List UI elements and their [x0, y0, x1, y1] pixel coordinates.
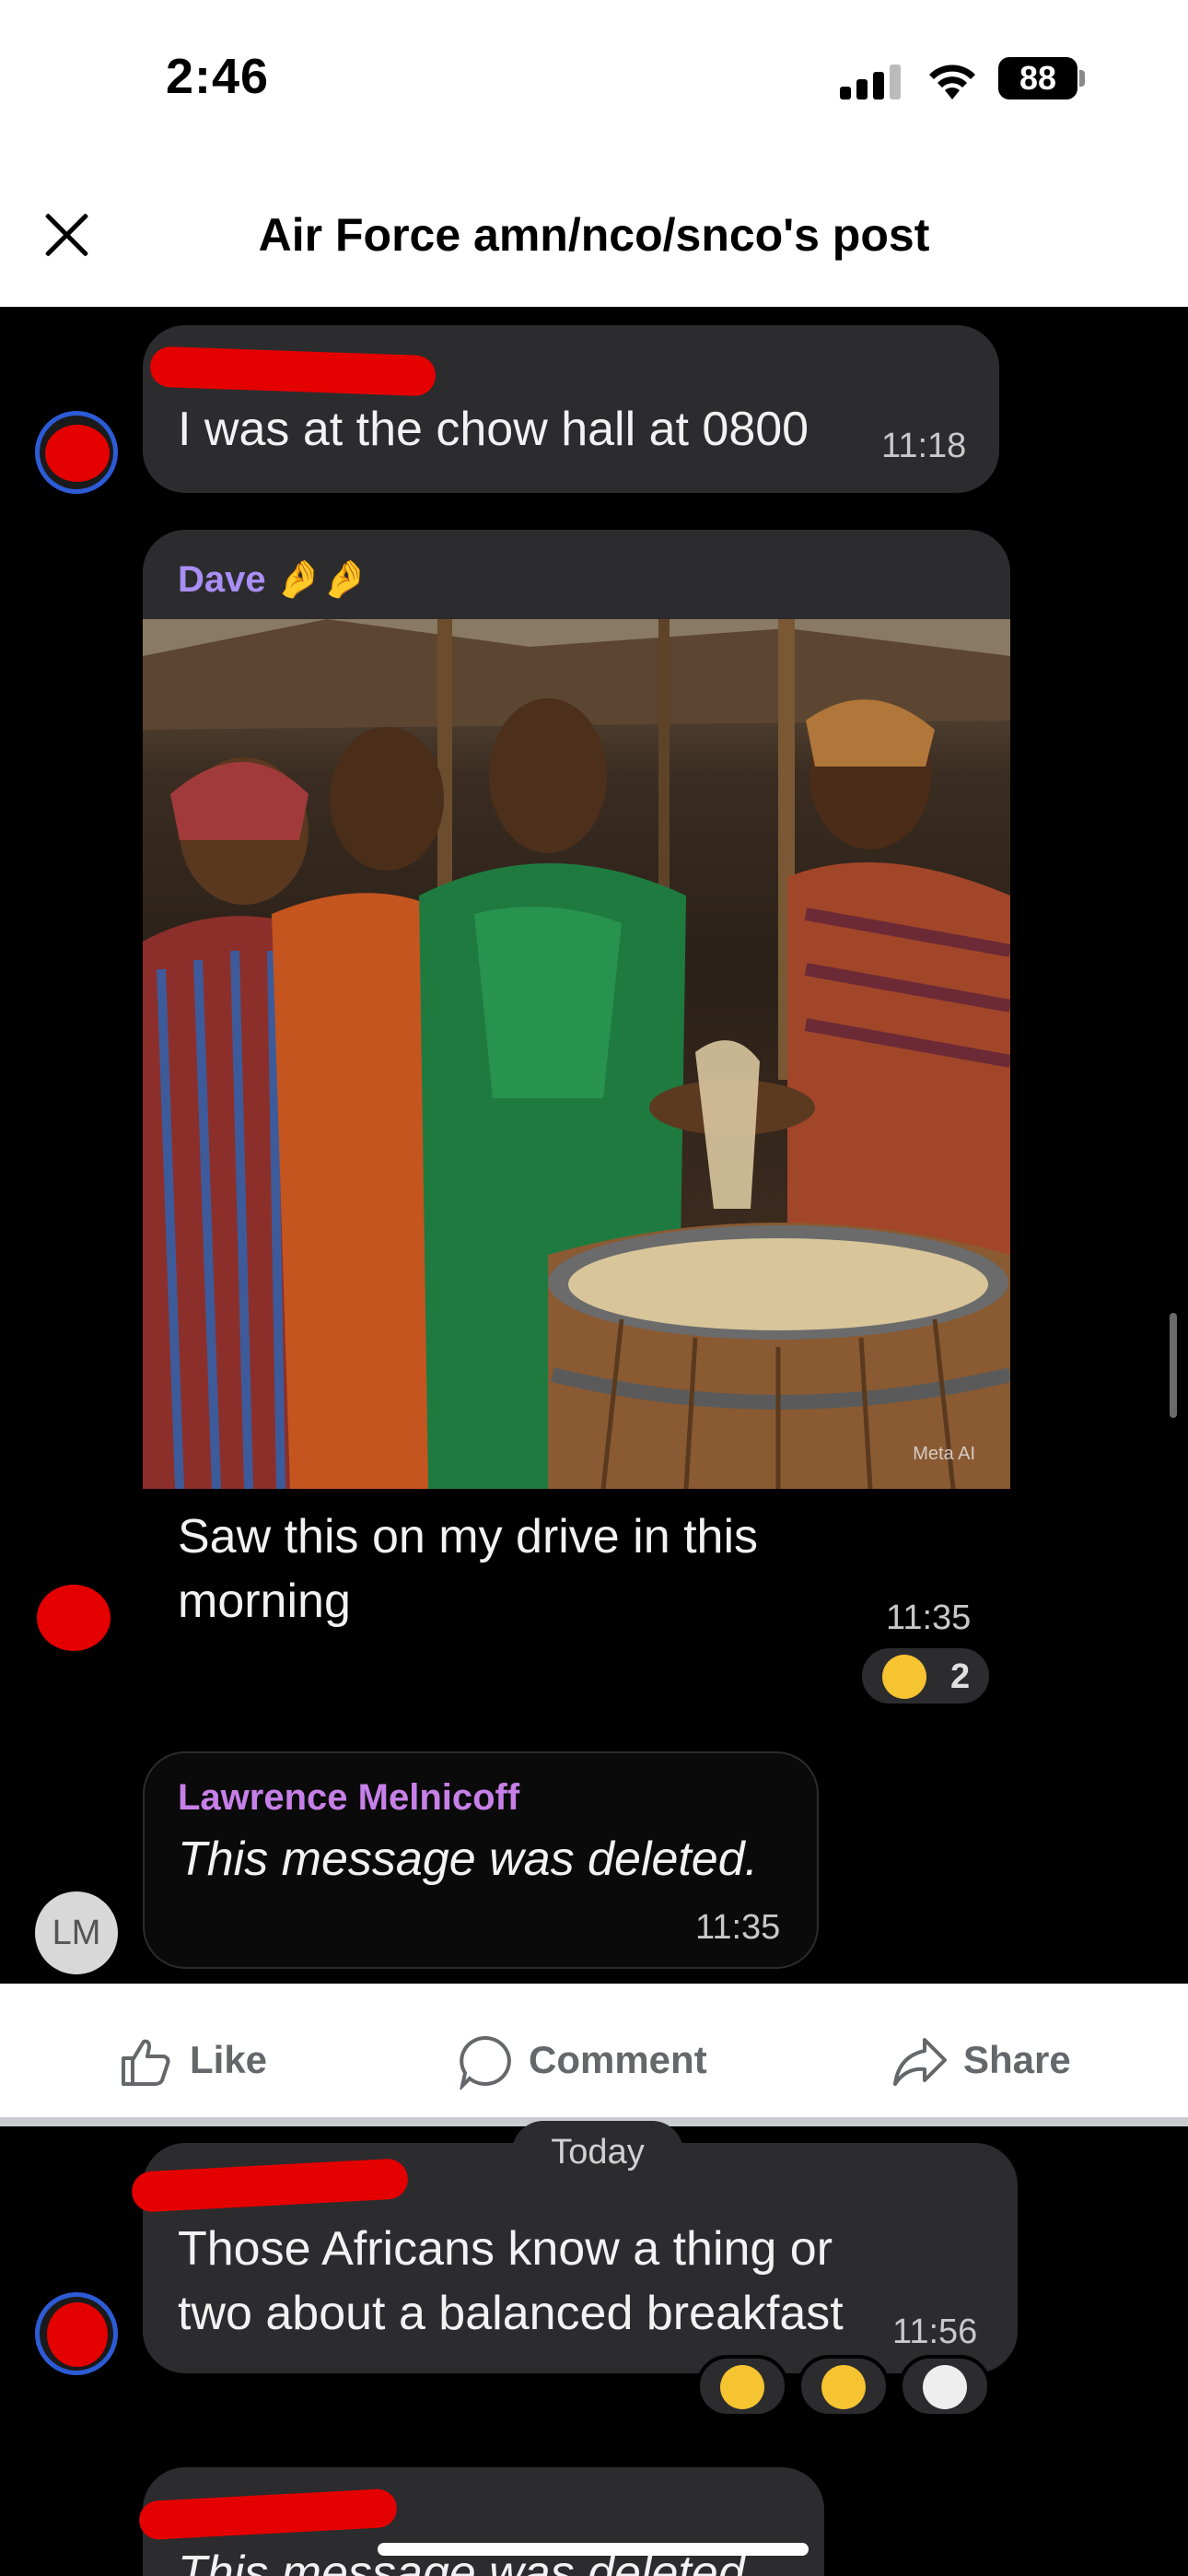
laughing-emoji-icon: [821, 2365, 866, 2409]
page-title: Air Force amn/nco/snco's post: [258, 209, 930, 261]
comment-bubble-icon: [460, 2035, 511, 2090]
meta-ai-watermark: Meta AI: [913, 1444, 975, 1464]
reaction-badge[interactable]: [899, 2355, 991, 2418]
avatar: [35, 2292, 118, 2375]
comment-button[interactable]: Comment: [457, 2034, 751, 2090]
cellular-signal-icon: [840, 64, 904, 100]
status-time: 2:46: [166, 49, 270, 104]
battery-nub: [1079, 70, 1085, 87]
avatar: [31, 1574, 114, 1657]
like-button[interactable]: Like: [118, 2034, 302, 2090]
date-divider: Today: [512, 2121, 683, 2184]
chat-screenshot-lower: Those Africans know a thing or two about…: [0, 2126, 1188, 2576]
post-header: 2:46 88 Air Force amn/nco/snco's post: [0, 0, 1188, 307]
message-text: Those Africans know a thing or two about…: [178, 2222, 844, 2340]
share-arrow-icon: [893, 2038, 947, 2086]
comment-label: Comment: [529, 2038, 707, 2081]
avatar: LM: [35, 1891, 118, 1974]
message-text: I was at the chow hall at 0800: [178, 403, 809, 456]
message-bubble: I was at the chow hall at 0800 11:18: [143, 325, 999, 493]
reaction-badge[interactable]: [696, 2355, 788, 2418]
redacted-sender: [138, 2488, 398, 2541]
message-time: 11:18: [881, 427, 967, 465]
thumbs-up-icon: [122, 2039, 170, 2086]
scrollbar[interactable]: [1170, 1313, 1177, 1418]
deleted-message-text: This message was deleted.: [178, 1832, 759, 1886]
redacted-sender: [131, 2158, 409, 2213]
wifi-icon: [929, 64, 975, 100]
sender-name: Dave 🤌🤌: [178, 559, 368, 600]
reaction-badge[interactable]: 2: [858, 1645, 993, 1707]
avatar: [35, 411, 118, 494]
message-time: 11:35: [695, 1908, 781, 1947]
reaction-count: 2: [950, 1657, 971, 1696]
like-label: Like: [190, 2038, 268, 2081]
post-action-bar: Like Comment Share: [0, 1984, 1188, 2126]
raised-eyebrow-emoji-icon: [720, 2365, 764, 2409]
message-bubble: Lawrence Melnicoff This message was dele…: [143, 1751, 819, 1969]
message-text: Saw this on my drive in this morning: [178, 1510, 759, 1628]
skull-emoji-icon: [923, 2365, 967, 2409]
redacted-sender: [149, 345, 437, 397]
battery-indicator: 88: [998, 57, 1077, 100]
message-time: 11:56: [892, 2313, 978, 2351]
message-photo[interactable]: Meta AI: [143, 619, 1010, 1489]
message-time: 11:35: [886, 1598, 972, 1637]
share-label: Share: [963, 2038, 1071, 2081]
reaction-badge[interactable]: [798, 2355, 890, 2418]
message-bubble: This message was deleted: [138, 2467, 824, 2576]
laughing-emoji-icon: [882, 1655, 926, 1699]
share-button[interactable]: Share: [891, 2034, 1103, 2090]
sender-name: Lawrence Melnicoff: [178, 1777, 520, 1818]
home-indicator[interactable]: [378, 2543, 809, 2556]
